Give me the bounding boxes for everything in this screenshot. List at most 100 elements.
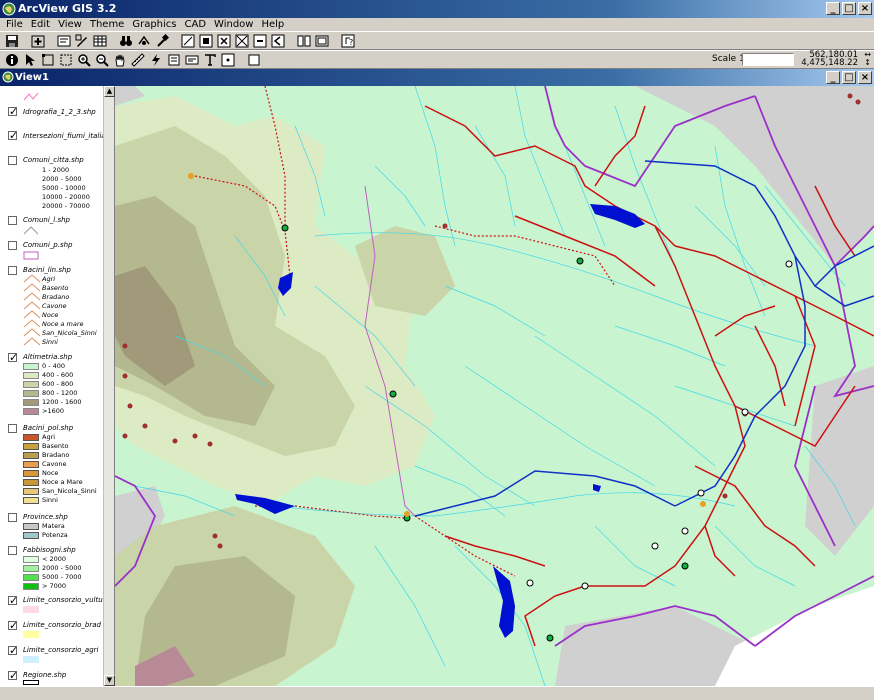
zoom-active-button[interactable] xyxy=(197,33,214,49)
layer-limite-brad[interactable]: ✓ Limite_consorzio_brad xyxy=(2,618,102,642)
scroll-up-arrow-icon[interactable]: ▲ xyxy=(104,86,115,97)
layer-fabbisogni[interactable]: Fabbisogni.shp < 2000 2000 - 5000 5000 -… xyxy=(2,544,102,592)
edit-legend-button[interactable] xyxy=(73,33,90,49)
print-button[interactable] xyxy=(313,33,330,49)
zoom-out-fixed-icon xyxy=(253,34,266,47)
help-button[interactable]: ? xyxy=(339,33,356,49)
layer-bacini-lin[interactable]: Bacini_lin.shp Agri Basento Bradano Cavo… xyxy=(2,264,102,348)
add-theme-button[interactable] xyxy=(29,33,46,49)
legend-swatch xyxy=(23,556,39,563)
map-canvas[interactable] xyxy=(115,86,874,686)
area-of-interest-tool[interactable] xyxy=(165,52,182,68)
legend-class: 1 - 2000 xyxy=(42,166,70,174)
pan-tool[interactable] xyxy=(111,52,128,68)
menu-cad[interactable]: CAD xyxy=(181,18,211,31)
toc-scrollbar[interactable]: ▲ ▼ xyxy=(103,86,115,686)
layer-checkbox[interactable]: ✓ xyxy=(8,645,18,656)
legend-class: Agri xyxy=(42,275,56,283)
layer-limite-vulture[interactable]: ✓ Limite_consorzio_vulture xyxy=(2,593,110,617)
legend-class: >1600 xyxy=(42,407,64,415)
menu-edit[interactable]: Edit xyxy=(27,18,54,31)
zoom-in-fixed-button[interactable] xyxy=(233,33,250,49)
view-restore-button[interactable]: □ xyxy=(842,71,856,84)
layer-limite-agri[interactable]: ✓ Limite_consorzio_agri xyxy=(2,643,102,667)
layer-checkbox[interactable] xyxy=(8,513,17,522)
select-feature-tool[interactable] xyxy=(57,52,74,68)
status-bar xyxy=(0,686,874,700)
map-display[interactable] xyxy=(115,86,874,686)
locate-address-button[interactable] xyxy=(135,33,152,49)
zoom-out-tool[interactable] xyxy=(93,52,110,68)
layer-name: Bacini_lin.shp xyxy=(23,266,71,274)
snap-tool[interactable] xyxy=(245,52,262,68)
layer-province[interactable]: Province.shp Matera Potenza xyxy=(2,511,102,543)
layer-checkbox[interactable]: ✓ xyxy=(8,595,18,606)
menu-file[interactable]: File xyxy=(2,18,27,31)
layer-checkbox[interactable]: ✓ xyxy=(8,106,18,117)
layer-checkbox[interactable]: ✓ xyxy=(8,352,18,363)
maximize-button[interactable]: □ xyxy=(842,2,856,15)
zoom-selected-button[interactable] xyxy=(215,33,232,49)
layer-altimetria[interactable]: ✓ Altimetria.shp 0 - 400 400 - 600 600 -… xyxy=(2,351,102,419)
view-minimize-button[interactable]: _ xyxy=(826,71,840,84)
zoom-in-tool[interactable] xyxy=(75,52,92,68)
legend-swatch xyxy=(23,574,39,581)
hotlink-icon xyxy=(151,53,160,66)
hotlink-tool[interactable] xyxy=(147,52,164,68)
vertex-edit-tool[interactable] xyxy=(39,52,56,68)
pointer-tool[interactable] xyxy=(21,52,38,68)
layer-regione[interactable]: ✓ Regione.shp xyxy=(2,668,102,686)
scroll-down-arrow-icon[interactable]: ▼ xyxy=(104,675,115,686)
layer-comuni-l[interactable]: Comuni_l.shp xyxy=(2,214,102,238)
layout-button[interactable] xyxy=(295,33,312,49)
query-builder-button[interactable] xyxy=(153,33,170,49)
layer-intersezioni[interactable]: ✓ Intersezioni_fiumi_italia_.shp xyxy=(2,128,113,150)
close-button[interactable]: × xyxy=(858,2,872,15)
layer-checkbox[interactable] xyxy=(8,216,17,225)
layer-idrografia-row[interactable]: ✓ Idrografia_1_2_3.shp xyxy=(2,104,102,124)
layer-checkbox[interactable] xyxy=(8,424,17,433)
legend-class: Noce a Mare xyxy=(42,478,83,486)
zoom-full-button[interactable] xyxy=(179,33,196,49)
menu-theme[interactable]: Theme xyxy=(86,18,129,31)
menu-view[interactable]: View xyxy=(54,18,86,31)
identify-icon xyxy=(5,53,18,66)
layout-icon xyxy=(297,35,310,46)
layer-comuni-citta[interactable]: Comuni_citta.shp 1 - 2000 2000 - 5000 50… xyxy=(2,154,102,210)
layer-bacini-pol[interactable]: Bacini_pol.shp Agri Basento Bradano Cavo… xyxy=(2,422,102,508)
layer-checkbox[interactable] xyxy=(8,546,17,555)
identify-tool[interactable] xyxy=(3,52,20,68)
save-button[interactable] xyxy=(3,33,20,49)
measure-tool[interactable] xyxy=(129,52,146,68)
layer-name: Fabbisogni.shp xyxy=(23,546,76,554)
layer-idrografia[interactable] xyxy=(2,86,102,104)
layer-name: Province.shp xyxy=(23,513,68,521)
theme-properties-button[interactable] xyxy=(55,33,72,49)
zoom-out-fixed-button[interactable] xyxy=(251,33,268,49)
menu-graphics[interactable]: Graphics xyxy=(128,18,180,31)
layer-comuni-p[interactable]: Comuni_p.shp xyxy=(2,239,102,263)
view-close-button[interactable]: × xyxy=(858,71,872,84)
minimize-button[interactable]: _ xyxy=(826,2,840,15)
layer-checkbox[interactable]: ✓ xyxy=(8,670,18,681)
legend-class: Sinni xyxy=(42,338,58,346)
menu-help[interactable]: Help xyxy=(257,18,288,31)
layer-checkbox[interactable] xyxy=(8,266,17,275)
point-icon xyxy=(221,53,234,66)
layer-checkbox[interactable] xyxy=(8,241,17,250)
layer-checkbox[interactable]: ✓ xyxy=(8,620,18,631)
legend-swatch xyxy=(23,523,39,530)
layer-checkbox[interactable] xyxy=(8,156,17,165)
layer-checkbox[interactable]: ✓ xyxy=(8,130,18,141)
label-tool[interactable] xyxy=(183,52,200,68)
zoom-previous-button[interactable] xyxy=(269,33,286,49)
attribute-table-button[interactable] xyxy=(91,33,108,49)
zoom-full-icon xyxy=(181,34,194,47)
tool-bar: Scale 1: 562,180.01 4,475,148.22 ↔ ↕ xyxy=(0,50,874,69)
menu-window[interactable]: Window xyxy=(210,18,257,31)
add-theme-icon xyxy=(31,35,44,47)
find-button[interactable] xyxy=(117,33,134,49)
text-tool[interactable] xyxy=(201,52,218,68)
scale-input[interactable] xyxy=(742,53,794,66)
draw-point-tool[interactable] xyxy=(219,52,236,68)
